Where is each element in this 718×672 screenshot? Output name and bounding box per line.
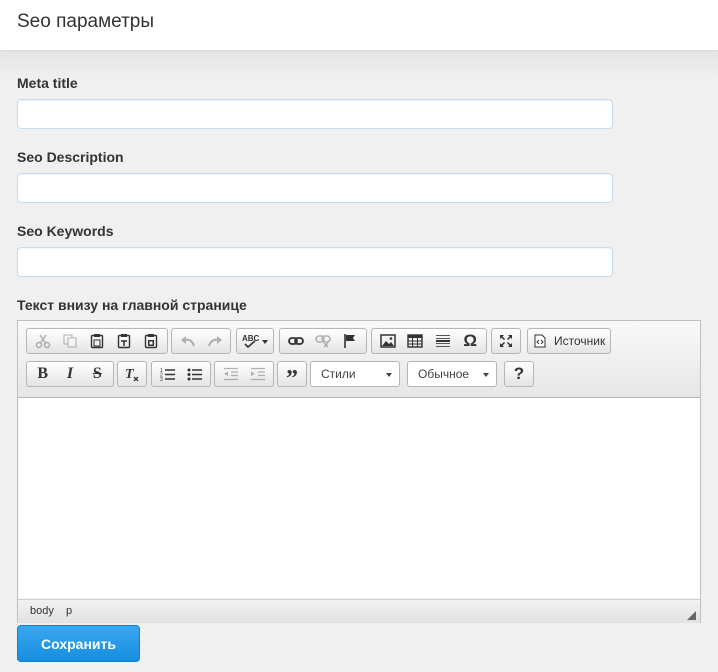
elements-path-p[interactable]: p xyxy=(66,605,72,617)
source-icon xyxy=(530,330,550,352)
table-icon[interactable] xyxy=(402,330,430,352)
bottom-text-label: Текст внизу на главной странице xyxy=(17,297,247,313)
page-title: Seo параметры xyxy=(17,11,154,32)
image-icon[interactable] xyxy=(374,330,402,352)
spellcheck-icon[interactable]: ABC xyxy=(239,330,271,352)
seo-keywords-input[interactable] xyxy=(17,247,613,277)
help-icon[interactable]: ? xyxy=(507,363,531,385)
tools-group xyxy=(491,328,521,354)
seo-description-label: Seo Description xyxy=(17,149,124,165)
unlink-icon[interactable] xyxy=(309,330,336,352)
editor-statusbar: body p xyxy=(18,599,700,623)
paste-icon[interactable] xyxy=(83,330,110,352)
svg-text:T: T xyxy=(125,367,135,382)
copy-icon[interactable] xyxy=(56,330,83,352)
styles-combo-label: Стили xyxy=(321,367,356,381)
bold-icon[interactable]: B xyxy=(29,363,56,385)
redo-icon[interactable] xyxy=(201,330,228,352)
elements-path-body[interactable]: body xyxy=(30,605,54,617)
paste-word-icon[interactable] xyxy=(138,330,165,352)
save-button[interactable]: Сохранить xyxy=(17,625,140,662)
format-combo[interactable]: Обычное xyxy=(407,361,497,387)
seo-description-input[interactable] xyxy=(17,173,613,203)
indent-group xyxy=(214,361,274,387)
blocks-group: ” xyxy=(277,361,307,392)
links-group xyxy=(279,328,367,354)
meta-title-input[interactable] xyxy=(17,99,613,129)
source-label: Источник xyxy=(554,334,606,348)
rich-text-editor: ABC Ω Источник B I S T 1 2 3 ” Стили Обы… xyxy=(17,320,701,623)
clipboard-group xyxy=(26,328,168,354)
cleanup-group: T xyxy=(117,361,147,387)
remove-format-icon[interactable]: T xyxy=(120,363,144,385)
indent-icon[interactable] xyxy=(244,363,271,385)
anchor-flag-icon[interactable] xyxy=(337,330,364,352)
panel-header: Seo параметры xyxy=(0,0,718,51)
about-group: ? xyxy=(504,361,534,387)
basic-styles-group: B I S xyxy=(26,361,114,387)
outdent-icon[interactable] xyxy=(217,363,244,385)
special-char-icon[interactable]: Ω xyxy=(457,330,485,352)
horizontal-rule-icon[interactable] xyxy=(429,330,457,352)
spellcheck-group: ABC xyxy=(236,328,274,354)
seo-keywords-label: Seo Keywords xyxy=(17,223,114,239)
svg-text:3: 3 xyxy=(160,377,163,381)
bulleted-list-icon[interactable] xyxy=(181,363,208,385)
numbered-list-icon[interactable]: 123 xyxy=(154,363,181,385)
chevron-down-icon xyxy=(386,373,392,377)
svg-text:ABC: ABC xyxy=(242,334,260,343)
blockquote-icon[interactable]: ” xyxy=(280,363,304,392)
list-group: 123 xyxy=(151,361,211,387)
link-icon[interactable] xyxy=(282,330,309,352)
history-group xyxy=(171,328,231,354)
undo-icon[interactable] xyxy=(174,330,201,352)
italic-icon[interactable]: I xyxy=(56,363,83,385)
source-button[interactable]: Источник xyxy=(527,328,611,354)
maximize-icon[interactable] xyxy=(494,330,518,352)
paste-text-icon[interactable] xyxy=(111,330,138,352)
chevron-down-icon xyxy=(483,373,489,377)
insert-group: Ω xyxy=(371,328,487,354)
editor-toolbar: ABC Ω Источник B I S T 1 2 3 ” Стили Обы… xyxy=(18,321,700,398)
cut-icon[interactable] xyxy=(29,330,56,352)
format-combo-label: Обычное xyxy=(418,367,470,381)
resize-grip-icon[interactable] xyxy=(687,611,696,620)
meta-title-label: Meta title xyxy=(17,75,78,91)
editor-content-area[interactable] xyxy=(19,398,700,598)
strike-icon[interactable]: S xyxy=(84,363,111,385)
styles-combo[interactable]: Стили xyxy=(310,361,400,387)
